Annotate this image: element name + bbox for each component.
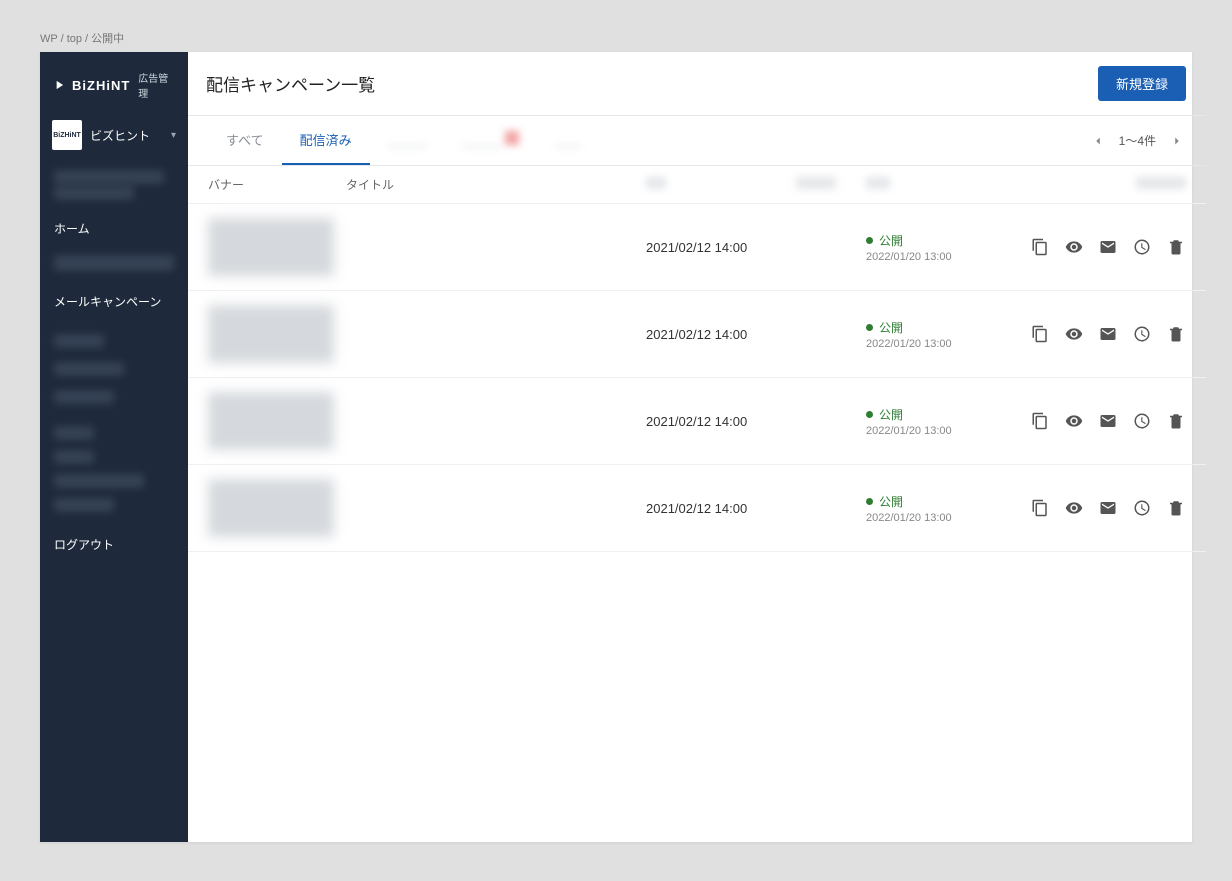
col-banner: バナー <box>208 176 346 193</box>
nav-item-redacted[interactable] <box>54 450 94 464</box>
table-body: 2021/02/12 14:00公開2022/01/20 13:002021/0… <box>188 204 1206 552</box>
status-sub: 2022/01/20 13:00 <box>866 425 1006 437</box>
trash-icon[interactable] <box>1166 498 1186 518</box>
table-row[interactable]: 2021/02/12 14:00 公開 2022/01/20 13:00 <box>188 465 1206 552</box>
row-thumbnail <box>208 479 334 537</box>
copy-icon[interactable] <box>1030 324 1050 344</box>
nav-item-redacted[interactable] <box>54 362 124 376</box>
table-row[interactable]: 2021/02/12 14:00 公開 2022/01/20 13:00 <box>188 378 1206 465</box>
status-dot-icon <box>866 237 873 244</box>
row-date: 2021/02/12 14:00 <box>646 414 796 429</box>
status-sub: 2022/01/20 13:00 <box>866 338 1006 350</box>
tab-redacted[interactable]: ＿＿＿ <box>445 116 538 165</box>
col-status <box>866 177 1006 192</box>
row-thumbnail <box>208 218 334 276</box>
eye-icon[interactable] <box>1064 237 1084 257</box>
clock-icon[interactable] <box>1132 324 1152 344</box>
row-status: 公開 2022/01/20 13:00 <box>866 319 1006 350</box>
status-dot-icon <box>866 324 873 331</box>
mail-icon[interactable] <box>1098 237 1118 257</box>
row-date: 2021/02/12 14:00 <box>646 240 796 255</box>
status-sub: 2022/01/20 13:00 <box>866 251 1006 263</box>
sidebar: BiZHiNT 広告管理 BiZHiNT ビズヒント ▾ ホーム メールキャンペ… <box>40 52 188 842</box>
new-button[interactable]: 新規登録 <box>1098 66 1186 101</box>
org-name: ビズヒント <box>90 127 163 144</box>
breadcrumb: WP / top / 公開中 <box>40 30 1192 46</box>
page-title: 配信キャンペーン一覧 <box>206 71 375 96</box>
status-dot-icon <box>866 498 873 505</box>
status-dot-icon <box>866 411 873 418</box>
row-date: 2021/02/12 14:00 <box>646 327 796 342</box>
table-row[interactable]: 2021/02/12 14:00 公開 2022/01/20 13:00 <box>188 204 1206 291</box>
copy-icon[interactable] <box>1030 498 1050 518</box>
status-label: 公開 <box>879 319 903 336</box>
brand-icon <box>52 78 66 92</box>
brand-name: BiZHiNT <box>72 78 130 93</box>
clock-icon[interactable] <box>1132 411 1152 431</box>
toolbar: すべて 配信済み ＿＿＿ ＿＿＿ ＿＿ 1〜4件 <box>188 116 1206 166</box>
row-thumbnail <box>208 305 334 363</box>
nav-item-redacted[interactable] <box>54 426 94 440</box>
topbar: 配信キャンペーン一覧 新規登録 <box>188 52 1206 116</box>
tab-redacted[interactable]: ＿＿ <box>537 116 599 165</box>
col-date <box>646 177 796 192</box>
col-actions <box>1006 177 1186 192</box>
org-avatar: BiZHiNT <box>52 120 82 150</box>
tab-delivered[interactable]: 配信済み <box>282 116 370 165</box>
tab-all[interactable]: すべて <box>208 116 282 165</box>
pager-next[interactable] <box>1168 132 1186 150</box>
mail-icon[interactable] <box>1098 411 1118 431</box>
table-row[interactable]: 2021/02/12 14:00 公開 2022/01/20 13:00 <box>188 291 1206 378</box>
nav-item-redacted[interactable] <box>54 255 174 271</box>
tabs: すべて 配信済み ＿＿＿ ＿＿＿ ＿＿ <box>208 116 599 165</box>
nav-item-redacted[interactable] <box>54 334 104 348</box>
nav-item-redacted[interactable] <box>54 390 114 404</box>
nav-item-redacted[interactable] <box>54 186 134 200</box>
chevron-down-icon: ▾ <box>171 130 176 141</box>
nav-item-logout[interactable]: ログアウト <box>40 526 188 563</box>
brand-sub: 広告管理 <box>138 70 176 100</box>
pager-prev[interactable] <box>1089 132 1107 150</box>
nav-item-redacted[interactable] <box>54 170 164 184</box>
trash-icon[interactable] <box>1166 411 1186 431</box>
trash-icon[interactable] <box>1166 237 1186 257</box>
nav-item-redacted[interactable] <box>54 498 114 512</box>
nav-item-redacted[interactable] <box>54 474 144 488</box>
tab-redacted[interactable]: ＿＿＿ <box>370 116 445 165</box>
mail-icon[interactable] <box>1098 498 1118 518</box>
eye-icon[interactable] <box>1064 498 1084 518</box>
mail-icon[interactable] <box>1098 324 1118 344</box>
row-status: 公開 2022/01/20 13:00 <box>866 406 1006 437</box>
status-sub: 2022/01/20 13:00 <box>866 512 1006 524</box>
brand: BiZHiNT 広告管理 <box>40 52 188 114</box>
copy-icon[interactable] <box>1030 411 1050 431</box>
copy-icon[interactable] <box>1030 237 1050 257</box>
status-label: 公開 <box>879 406 903 423</box>
eye-icon[interactable] <box>1064 411 1084 431</box>
row-status: 公開 2022/01/20 13:00 <box>866 493 1006 524</box>
status-label: 公開 <box>879 232 903 249</box>
pager-range: 1〜4件 <box>1119 132 1156 149</box>
eye-icon[interactable] <box>1064 324 1084 344</box>
status-label: 公開 <box>879 493 903 510</box>
nav-item-home[interactable]: ホーム <box>40 210 188 247</box>
row-status: 公開 2022/01/20 13:00 <box>866 232 1006 263</box>
main: 配信キャンペーン一覧 新規登録 すべて 配信済み ＿＿＿ ＿＿＿ ＿＿ 1〜4件 <box>188 52 1206 842</box>
app-shell: BiZHiNT 広告管理 BiZHiNT ビズヒント ▾ ホーム メールキャンペ… <box>40 52 1192 842</box>
col-title: タイトル <box>346 176 646 193</box>
col-redacted <box>796 177 836 189</box>
row-date: 2021/02/12 14:00 <box>646 501 796 516</box>
org-selector[interactable]: BiZHiNT ビズヒント ▾ <box>40 114 188 160</box>
clock-icon[interactable] <box>1132 237 1152 257</box>
pager: 1〜4件 <box>1089 132 1186 150</box>
row-thumbnail <box>208 392 334 450</box>
nav-item-mail-campaign[interactable]: メールキャンペーン <box>40 283 188 320</box>
nav: ホーム メールキャンペーン ログアウト <box>40 160 188 571</box>
trash-icon[interactable] <box>1166 324 1186 344</box>
table-header: バナー タイトル <box>188 166 1206 204</box>
clock-icon[interactable] <box>1132 498 1152 518</box>
